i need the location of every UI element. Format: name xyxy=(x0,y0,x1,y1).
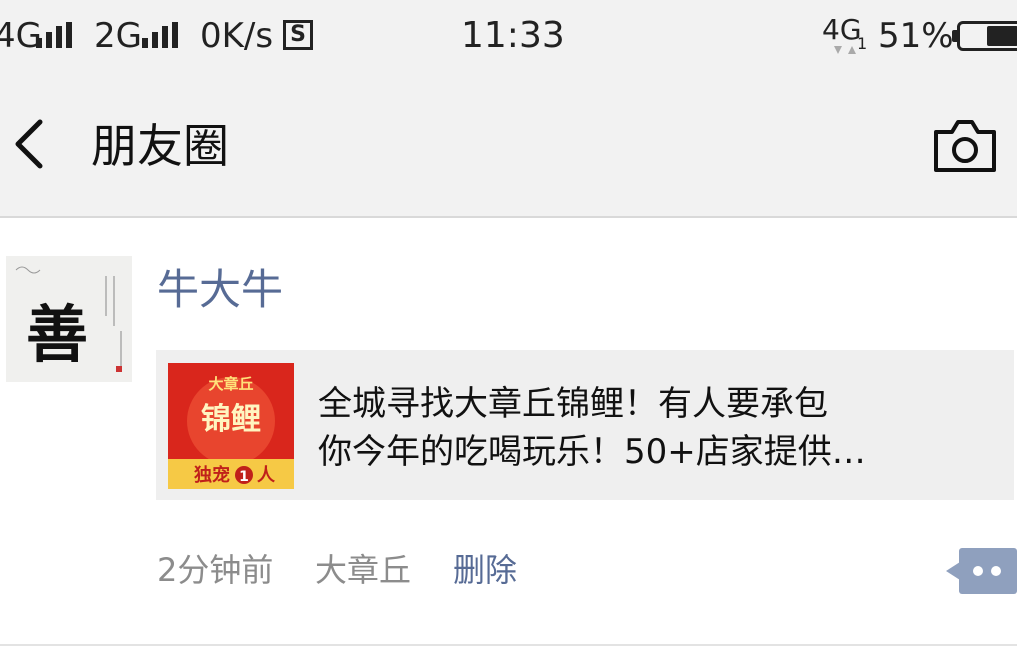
svg-text:大章丘: 大章丘 xyxy=(208,375,253,393)
link-thumbnail: 大章丘 锦鲤 独宠 1 人 xyxy=(168,363,294,489)
data-arrows-icon xyxy=(834,46,856,54)
post-location[interactable]: 大章丘 xyxy=(315,548,411,592)
status-bar: 4G 2G 0K/s S 11:33 4G 1 51% xyxy=(0,0,1017,76)
nav-bar: 朋友圈 xyxy=(0,76,1017,218)
post-divider xyxy=(0,644,1017,646)
signal-icon xyxy=(36,22,76,48)
shared-link-card[interactable]: 大章丘 锦鲤 独宠 1 人 全城寻找大章丘锦鲤！有人要承包 你今年的吃喝玩乐！5… xyxy=(156,350,1014,500)
s-app-icon: S xyxy=(283,20,313,50)
calligraphy-avatar-image: 善 xyxy=(6,256,132,382)
page-title: 朋友圈 xyxy=(91,119,229,173)
svg-text:人: 人 xyxy=(257,465,276,486)
network-speed: 0K/s xyxy=(200,16,274,56)
network-type-2: 2G xyxy=(94,16,142,56)
svg-text:善: 善 xyxy=(26,298,88,371)
link-title-line-1: 全城寻找大章丘锦鲤！有人要承包 xyxy=(318,384,828,424)
link-title-line-2: 你今年的吃喝玩乐！50+店家提供… xyxy=(318,432,866,472)
signal-icon xyxy=(142,22,182,48)
post-author-name[interactable]: 牛大牛 xyxy=(157,262,283,318)
post-time: 2分钟前 xyxy=(157,551,274,589)
battery-icon xyxy=(957,21,1017,51)
clock: 11:33 xyxy=(461,15,565,56)
battery-level xyxy=(987,26,1017,46)
comment-more-button[interactable] xyxy=(946,548,1017,594)
svg-text:锦鲤: 锦鲤 xyxy=(201,402,261,437)
svg-text:1: 1 xyxy=(239,469,249,485)
back-arrow-icon[interactable] xyxy=(10,114,60,174)
svg-text:独宠: 独宠 xyxy=(194,464,230,486)
camera-icon[interactable] xyxy=(932,118,998,174)
link-title: 全城寻找大章丘锦鲤！有人要承包 你今年的吃喝玩乐！50+店家提供… xyxy=(318,380,998,476)
battery-percent: 51% xyxy=(878,16,954,56)
delete-button[interactable]: 删除 xyxy=(453,548,517,592)
mobile-data-icon: 1 xyxy=(857,34,868,53)
avatar[interactable]: 善 xyxy=(6,256,132,382)
